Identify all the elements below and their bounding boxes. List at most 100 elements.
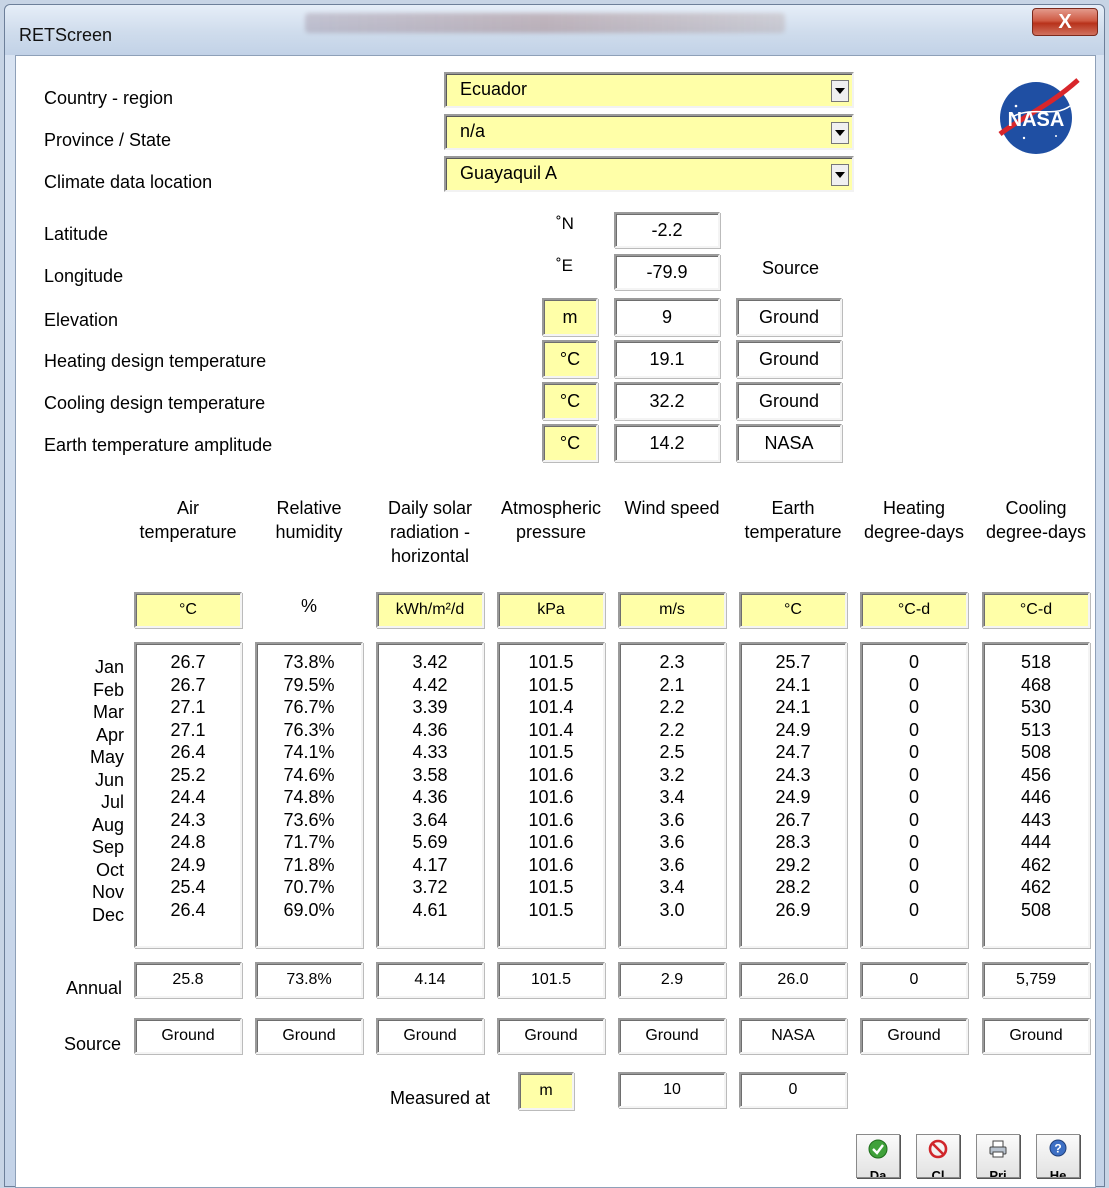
cancel-icon [928,1139,948,1159]
monthly-value: 3.58 [412,764,448,785]
unit-selector[interactable]: °C [134,592,242,628]
column-header-line: horizontal [390,546,470,566]
annual-value-box: 73.8% [255,962,363,998]
monthly-value: 0 [908,764,919,785]
heating-unit-box[interactable]: °C [542,340,598,378]
unit-selector[interactable]: kPa [497,592,605,628]
earth-source: NASA [736,424,842,462]
earth-unit: °C [559,432,581,453]
chevron-down-icon[interactable] [831,122,849,144]
chevron-down-icon[interactable] [831,164,849,186]
heating-design-value: 19.1 [649,348,685,369]
cooling-unit: °C [559,390,581,411]
column-header: Daily solar radiation - horizontal [371,496,489,568]
help-button[interactable]: ? He [1036,1134,1080,1178]
monthly-value: 508 [1020,742,1052,762]
cooling-design-value: 32.2 [649,390,685,411]
unit-value: kWh/m²/d [395,601,465,618]
monthly-value: 101.5 [528,742,574,762]
longitude-unit: ˚E [556,256,573,275]
data-button[interactable]: Da [856,1134,900,1178]
elevation-label: Elevation [44,310,119,330]
column-header-line: Heating [882,498,946,518]
monthly-values-box[interactable]: 2.3 2.1 2.2 2.2 2.5 3.2 3.4 3.6 3.6 3.6 3.4 3.0 [618,642,726,948]
source-value: Ground [161,1027,215,1044]
unit-value: kPa [537,601,565,618]
check-icon [868,1139,888,1159]
annual-value-box: 0 [860,962,968,998]
monthly-value: 443 [1020,809,1052,830]
monthly-value: 2.3 [659,652,685,672]
elevation-unit-box[interactable]: m [542,298,598,336]
earth-unit-box[interactable]: °C [542,424,598,462]
monthly-value: 26.9 [775,899,811,920]
heating-design-field: 19.1 [614,340,720,378]
monthly-value: 444 [1020,832,1052,852]
monthly-value: 0 [908,652,919,672]
monthly-values-box[interactable]: 101.5 101.5 101.4 101.4 101.5 101.6 101.6 101.6… [497,642,605,948]
monthly-values-box[interactable]: 000000000000 [860,642,968,948]
monthly-value: 101.6 [528,854,574,875]
unit-selector[interactable]: °C-d [860,592,968,628]
unit-selector[interactable]: °C-d [982,592,1090,628]
unit-selector[interactable]: m/s [618,592,726,628]
monthly-value: 0 [908,719,919,740]
month-label: Mar [93,702,124,722]
month-labels: Jan Feb Mar Apr May Jun Jul Aug Sep Oct Nov Dec [84,656,124,926]
source-value-box: Ground [618,1018,726,1054]
close-button[interactable]: X [1032,8,1098,36]
unit-value: °C [179,601,197,618]
monthly-value: 4.36 [412,787,448,807]
annual-value: 73.8% [286,971,332,988]
latitude-field[interactable]: -2.2 [614,212,720,248]
monthly-values-box[interactable]: 73.8% 79.5% 76.7% 76.3% 74.1% 74.6% 74.8% 73.6%… [255,642,363,948]
heating-design-label: Heating design temperature [44,351,267,371]
print-button[interactable]: Pri [976,1134,1020,1178]
column-header: Wind speed [613,496,731,520]
country-label: Country - region [44,88,174,108]
month-label: Jun [94,769,124,790]
country-dropdown[interactable]: Ecuador [444,72,854,108]
annual-value: 5,759 [1015,971,1057,988]
monthly-value: 2.5 [659,742,685,762]
cooling-unit-box[interactable]: °C [542,382,598,420]
climate-location-label: Climate data location [44,172,213,192]
column-header-line: radiation - [389,522,471,542]
help-button-label: He [1049,1168,1067,1178]
monthly-value: 101.5 [528,652,574,672]
unit-value: m/s [659,601,685,618]
monthly-value: 462 [1020,877,1052,897]
unit-selector[interactable]: kWh/m²/d [376,592,484,628]
monthly-value: 25.7 [775,652,811,672]
latitude-label: Latitude [44,224,109,244]
measured-height-box[interactable]: 0 [739,1072,847,1108]
monthly-values-box[interactable]: 26.7 26.7 27.1 27.1 26.4 25.2 24.4 24.3 24.8 24.9… [134,642,242,948]
monthly-value: 101.6 [528,809,574,830]
source-value: Ground [403,1027,457,1044]
monthly-values-box[interactable]: 3.42 4.42 3.39 4.36 4.33 3.58 4.36 3.64 5.69 4.17… [376,642,484,948]
monthly-value: 4.61 [412,899,448,920]
climate-location-dropdown[interactable]: Guayaquil A [444,156,854,192]
monthly-value: 101.6 [528,787,574,807]
monthly-values-box[interactable]: 25.7 24.1 24.1 24.9 24.7 24.3 24.9 26.7 28.3 29.2… [739,642,847,948]
monthly-value: 24.9 [775,787,811,807]
unit-value: °C-d [1019,601,1053,618]
monthly-value: 24.1 [775,697,811,717]
monthly-values-box[interactable]: 518 468 530 513 508 456 446 443 444 462 462 508 [982,642,1090,948]
longitude-field[interactable]: -79.9 [614,254,720,290]
cooling-source: Ground [736,382,842,420]
column-header: Atmospheric pressure [492,496,610,544]
longitude-label: Longitude [44,266,124,286]
close-dialog-button[interactable]: Cl [916,1134,960,1178]
monthly-value: 0 [908,787,919,807]
column-header: Air temperature [129,496,247,544]
unit-selector[interactable]: °C [739,592,847,628]
monthly-value: 0 [908,742,919,762]
measured-unit-box[interactable]: m [518,1072,574,1110]
measured-height-box[interactable]: 10 [618,1072,726,1108]
chevron-down-icon[interactable] [831,80,849,102]
monthly-value: 28.2 [775,877,811,897]
cooling-design-field: 32.2 [614,382,720,420]
province-dropdown[interactable]: n/a [444,114,854,150]
column-header-line: Earth [771,498,815,518]
